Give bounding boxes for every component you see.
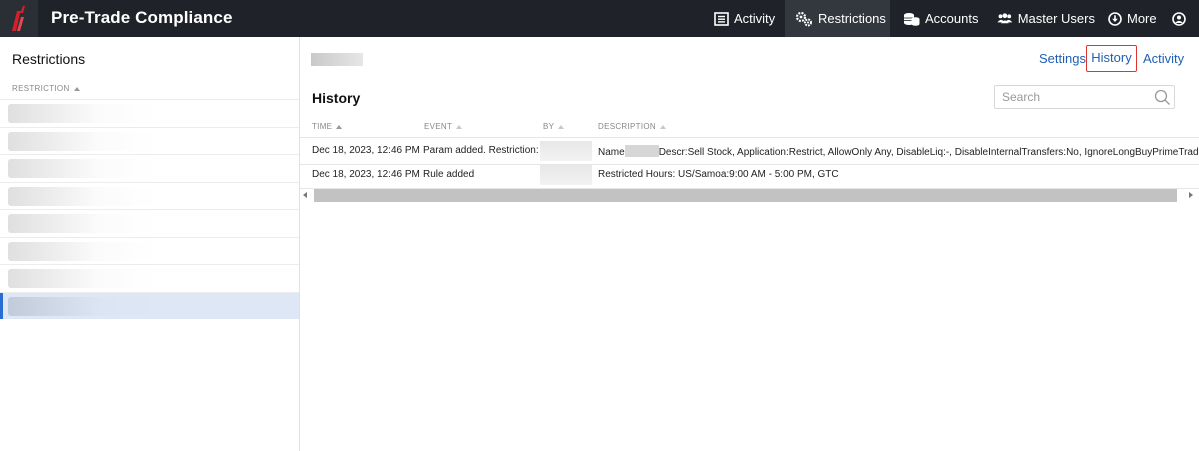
nav-activity-label: Activity	[734, 11, 776, 26]
search-box	[994, 85, 1175, 109]
redacted-text	[8, 296, 158, 316]
horizontal-scrollbar[interactable]	[300, 188, 1199, 203]
redacted-text	[8, 131, 158, 151]
nav-restrictions-label: Restrictions	[818, 11, 886, 26]
time-column-label: TIME	[312, 122, 333, 131]
description-text: Descr:Sell Stock, Application:Restrict, …	[658, 147, 1199, 158]
scrollbar-thumb[interactable]	[314, 189, 1177, 202]
redacted-text	[8, 214, 158, 233]
event-column-label: EVENT	[424, 122, 453, 131]
scroll-left-icon[interactable]	[303, 192, 307, 198]
sort-icon	[558, 124, 565, 129]
redacted-text	[8, 159, 158, 178]
row-event: Rule added	[423, 169, 475, 180]
table-row[interactable]: Dec 18, 2023, 12:46 PM Rule added Restri…	[300, 163, 1199, 189]
list-item[interactable]	[0, 236, 299, 265]
history-link[interactable]: History	[1086, 45, 1137, 72]
row-time: Dec 18, 2023, 12:46 PM	[312, 169, 420, 180]
document-list-icon	[714, 11, 729, 26]
nav-more-label: More	[1127, 11, 1157, 26]
restrictions-panel: Restrictions RESTRICTION	[0, 37, 300, 451]
scroll-right-icon[interactable]	[1189, 192, 1193, 198]
list-item[interactable]	[0, 181, 299, 210]
redacted-text	[8, 104, 158, 123]
time-column-header[interactable]: TIME	[312, 122, 343, 131]
row-by-redacted	[540, 165, 592, 185]
nav-accounts[interactable]: Accounts	[895, 0, 985, 37]
history-table-header: TIME EVENT BY DESCRIPTION	[300, 118, 1199, 138]
coins-icon	[904, 12, 920, 26]
table-row[interactable]: Dec 18, 2023, 12:46 PM Param added. Rest…	[300, 139, 1199, 165]
redacted-text	[8, 269, 158, 288]
nav-activity[interactable]: Activity	[706, 0, 784, 37]
row-event: Param added. Restriction:	[423, 145, 539, 156]
description-column-header[interactable]: DESCRIPTION	[598, 122, 666, 131]
brand-logo[interactable]	[0, 0, 38, 37]
nav-master-users[interactable]: Master Users	[990, 0, 1095, 37]
download-circle-icon	[1108, 11, 1122, 26]
sort-ascending-icon	[73, 86, 80, 91]
redacted-text	[8, 241, 158, 261]
history-heading: History	[312, 90, 361, 106]
nav-restrictions[interactable]: Restrictions	[785, 0, 890, 37]
redacted-restriction-name	[311, 53, 363, 66]
restriction-column-label: RESTRICTION	[12, 84, 70, 93]
panel-title: Restrictions	[12, 51, 86, 67]
gears-icon	[795, 11, 812, 26]
list-item[interactable]	[0, 154, 299, 182]
users-icon	[997, 13, 1013, 24]
by-column-label: BY	[543, 122, 555, 131]
row-by-redacted	[540, 141, 592, 161]
list-item[interactable]	[0, 209, 299, 237]
logo-mark-icon	[12, 6, 25, 31]
settings-link[interactable]: Settings	[1039, 51, 1086, 66]
redacted-text	[8, 186, 158, 206]
sort-ascending-icon	[336, 124, 343, 129]
list-item[interactable]	[0, 126, 299, 155]
list-item[interactable]	[0, 99, 299, 127]
row-description: Name Descr:Sell Stock, Application:Restri…	[598, 145, 1199, 158]
nav-more[interactable]: More	[1101, 0, 1161, 37]
nav-master-users-label: Master Users	[1017, 11, 1095, 26]
top-nav-bar: Pre-Trade Compliance Activity Restrictio…	[0, 0, 1199, 37]
nav-accounts-label: Accounts	[925, 11, 979, 26]
row-time: Dec 18, 2023, 12:46 PM	[312, 145, 420, 156]
app-title: Pre-Trade Compliance	[51, 8, 233, 27]
activity-link[interactable]: Activity	[1143, 51, 1184, 66]
description-column-label: DESCRIPTION	[598, 122, 656, 131]
restrictions-list	[0, 99, 299, 319]
list-item[interactable]	[0, 264, 299, 292]
description-text: Restricted Hours: US/Samoa:9:00 AM - 5:0…	[598, 169, 839, 180]
user-circle-icon	[1172, 11, 1186, 26]
row-description: Restricted Hours: US/Samoa:9:00 AM - 5:0…	[598, 169, 1199, 180]
event-column-header[interactable]: EVENT	[424, 122, 463, 131]
search-icon[interactable]	[1154, 89, 1171, 106]
redacted-text	[624, 145, 659, 157]
user-menu[interactable]	[1163, 0, 1199, 37]
search-input[interactable]	[995, 86, 1145, 108]
sort-icon	[456, 124, 463, 129]
list-item-selected[interactable]	[0, 291, 299, 319]
restriction-column-header[interactable]: RESTRICTION	[12, 84, 80, 93]
sort-icon	[659, 124, 666, 129]
description-prefix: Name	[598, 147, 625, 158]
by-column-header[interactable]: BY	[543, 122, 565, 131]
